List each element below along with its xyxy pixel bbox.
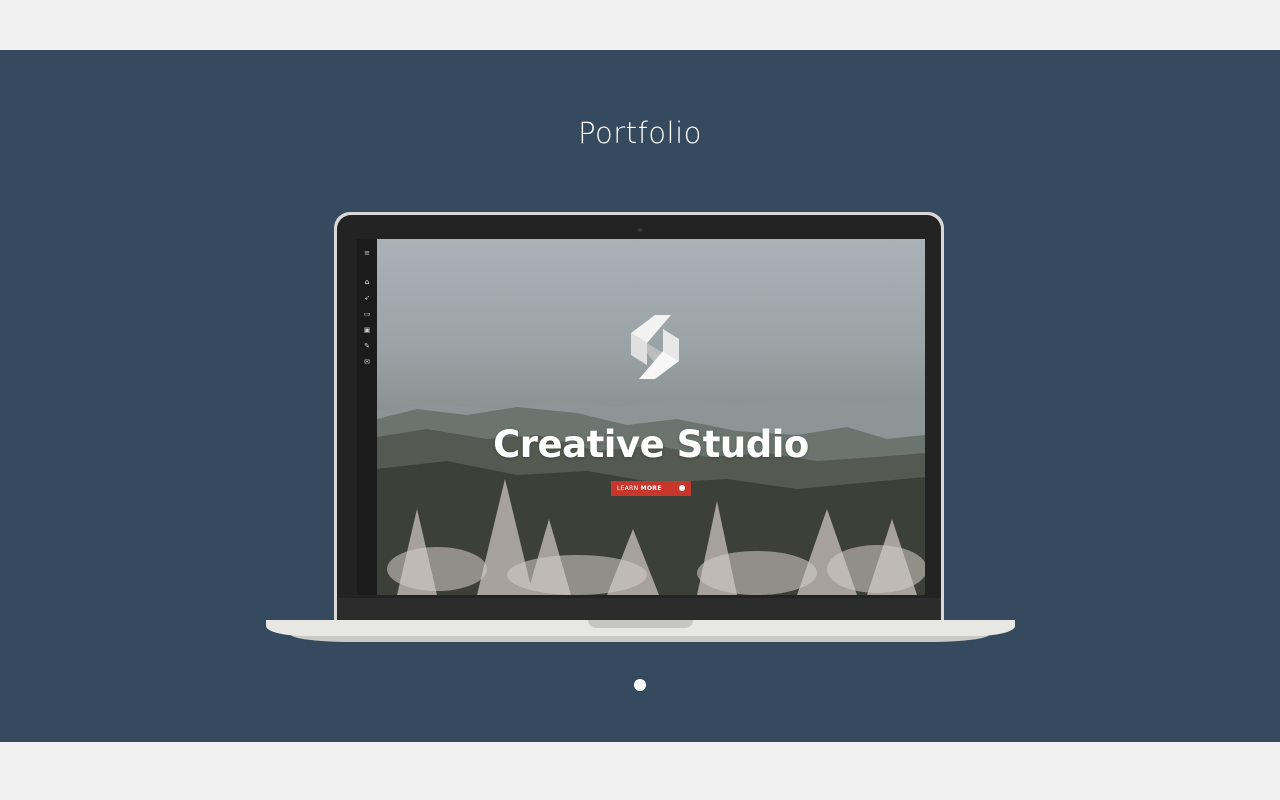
hero-banner: Creative Studio LEARN MORE [377, 239, 925, 595]
home-icon[interactable]: ⌂ [361, 277, 373, 287]
menu-icon[interactable]: ≡ [361, 248, 373, 258]
hero-title: Creative Studio [493, 423, 809, 466]
cta-label-bold: MORE [640, 485, 662, 492]
money-icon[interactable]: ▣ [361, 325, 373, 335]
laptop-notch [588, 620, 693, 628]
laptop-camera [638, 228, 642, 232]
laptop-chin [337, 598, 941, 620]
mountain-landscape-image [377, 397, 925, 595]
pencil-icon[interactable]: ✎ [361, 341, 373, 351]
envelope-icon[interactable]: ✉ [361, 357, 373, 367]
cta-label-light: LEARN [617, 485, 639, 492]
rocket-icon[interactable]: ➶ [361, 293, 373, 303]
laptop-icon[interactable]: ▭ [361, 309, 373, 319]
learn-more-button[interactable]: LEARN MORE [611, 481, 691, 496]
studio-logo-icon [631, 315, 679, 379]
pagination-dot[interactable] [634, 679, 646, 691]
section-title: Portfolio [578, 116, 702, 150]
chevron-down-icon [679, 485, 685, 491]
site-sidebar: ≡ ⌂ ➶ ▭ ▣ ✎ ✉ [357, 239, 377, 595]
laptop-screen[interactable]: ≡ ⌂ ➶ ▭ ▣ ✎ ✉ Creative Studio LEARN MORE [357, 239, 925, 595]
